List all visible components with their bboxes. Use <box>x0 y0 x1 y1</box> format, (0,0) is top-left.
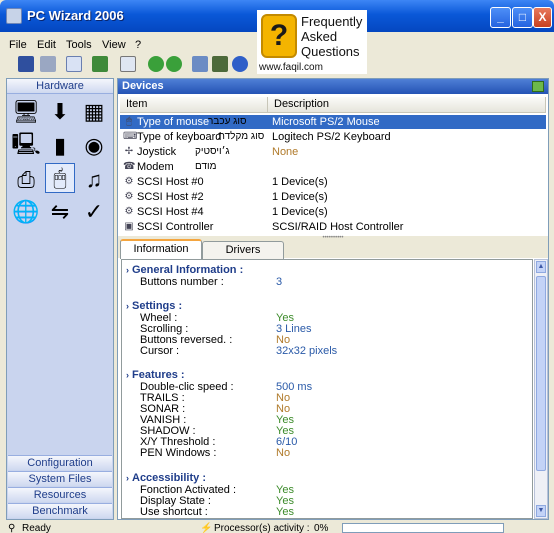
device-row[interactable]: ▣ SCSI Controller SCSI/RAID Host Control… <box>120 220 546 234</box>
scroll-down-icon[interactable]: ▼ <box>536 505 546 517</box>
faq-line-1: Frequently <box>301 14 363 29</box>
save-icon[interactable] <box>18 56 34 72</box>
drives-icon[interactable]: ▮ <box>45 131 75 161</box>
minimize-button[interactable]: _ <box>490 7 511 28</box>
refresh-icon[interactable] <box>92 56 108 72</box>
devices-title: Devices <box>122 80 164 92</box>
scsi-icon: ⚙ <box>124 176 134 187</box>
hebrew-label: מודם <box>195 161 217 172</box>
column-description[interactable]: Description <box>268 97 546 113</box>
back-icon[interactable] <box>148 56 164 72</box>
help-icon[interactable] <box>232 56 248 72</box>
devices-header: Devices <box>118 79 548 94</box>
section-features: › Features : <box>126 369 185 381</box>
benchmark-button[interactable]: Benchmark <box>8 503 112 518</box>
device-row[interactable]: ☎ Modem מודם <box>120 160 546 174</box>
activity-value: 0% <box>314 523 329 533</box>
joystick-icon: ✢ <box>124 146 134 157</box>
hebrew-label: סוג מקלדת <box>218 131 265 142</box>
scroll-up-icon[interactable]: ▲ <box>536 261 546 273</box>
property-label: PEN Windows : <box>140 447 217 459</box>
devices-panel: Devices 1010 0101 1010 01010010 01010 10… <box>117 78 549 520</box>
status-ready: Ready <box>22 523 51 533</box>
copy-icon[interactable] <box>66 56 82 72</box>
property-value: 32x32 pixels <box>276 345 338 357</box>
device-row[interactable]: ⚙ SCSI Host #2 1 Device(s) <box>120 190 546 204</box>
device-row[interactable]: ⌨ Type of keyboard סוג מקלדת Logitech PS… <box>120 130 546 144</box>
toolbar <box>0 54 554 76</box>
property-value: 3 <box>276 276 283 288</box>
status-ready-icon: ⚲ <box>8 523 16 533</box>
system-files-button[interactable]: System Files <box>8 471 112 486</box>
property-label: Cursor : <box>140 345 180 357</box>
property-label: Use shortcut : <box>140 506 208 518</box>
vertical-scrollbar[interactable]: ▲ ▼ <box>534 259 548 519</box>
chipset-icon[interactable]: ▦ <box>79 97 109 127</box>
section-general-information: › General Information : <box>126 264 244 276</box>
menu-bar: File Edit Tools View ? <box>0 36 554 54</box>
mainboard-icon[interactable]: 🖥 <box>11 97 41 127</box>
sound-icon[interactable]: ♫ <box>79 165 109 195</box>
column-item[interactable]: Item <box>120 97 268 113</box>
tweak-icon[interactable]: ✓ <box>79 197 109 227</box>
hardware-status-icon <box>532 81 544 92</box>
mouse-icon: 🖱 <box>126 116 132 127</box>
property-label: Buttons number : <box>140 276 224 288</box>
devices-icon[interactable]: 🖱 <box>45 163 75 193</box>
forward-icon[interactable] <box>166 56 182 72</box>
devices-list: Item Description 🖱 Type of mouse סוג עכב… <box>118 95 548 235</box>
disk-icon[interactable]: ◉ <box>79 131 109 161</box>
section-settings: › Settings : <box>126 300 183 312</box>
menu-view[interactable]: View <box>102 39 126 51</box>
menu-help[interactable]: ? <box>135 39 141 51</box>
controller-icon: ▣ <box>124 221 134 232</box>
status-bar: ⚲ Ready ⚡ Processor(s) activity : 0% <box>0 522 554 533</box>
property-value: No <box>276 447 291 459</box>
activity-icon: ⚡ <box>200 523 213 533</box>
app-icon <box>6 8 22 24</box>
search-icon[interactable] <box>120 56 136 72</box>
printer-icon[interactable]: ⎙ <box>11 165 41 195</box>
menu-file[interactable]: File <box>9 39 27 51</box>
hardware-header[interactable]: Hardware <box>7 79 113 94</box>
tab-drivers[interactable]: Drivers <box>202 241 284 259</box>
device-row[interactable]: ✢ Joystick ג׳ויסטיק None <box>120 145 546 159</box>
processor-icon[interactable]: ⬇ <box>45 97 75 127</box>
activity-label: Processor(s) activity : <box>214 523 310 533</box>
activity-bar <box>342 523 504 533</box>
close-button[interactable]: X <box>533 7 552 28</box>
scsi-icon: ⚙ <box>124 191 134 202</box>
resources-button[interactable]: Resources <box>8 487 112 502</box>
device-row[interactable]: ⚙ SCSI Host #4 1 Device(s) <box>120 205 546 219</box>
report-icon[interactable] <box>192 56 208 72</box>
configuration-button[interactable]: Configuration <box>8 455 112 470</box>
device-row[interactable]: 🖱 Type of mouse סוג עכבר Microsoft PS/2 … <box>120 115 546 129</box>
maximize-button[interactable]: □ <box>512 7 533 28</box>
hardware-icon[interactable] <box>212 56 228 72</box>
hebrew-label: סוג עכבר <box>208 116 247 127</box>
ports-icon[interactable]: ⇋ <box>45 197 75 227</box>
modem-icon: ☎ <box>123 161 136 172</box>
print-icon[interactable] <box>40 56 56 72</box>
scroll-thumb[interactable] <box>536 276 546 471</box>
hardware-panel: Hardware 🖥 ⬇ ▦ 🖳 ▮ ◉ ⎙ 🖱 ♫ 🌐 ⇋ ✓ Configu… <box>6 78 114 520</box>
property-value: Yes <box>276 506 294 518</box>
hebrew-label: ג׳ויסטיק <box>195 146 230 157</box>
scsi-icon: ⚙ <box>124 206 134 217</box>
network-icon[interactable]: 🌐 <box>11 197 41 227</box>
menu-edit[interactable]: Edit <box>37 39 56 51</box>
information-pane: › General Information : Buttons number : … <box>121 259 533 519</box>
menu-tools[interactable]: Tools <box>66 39 92 51</box>
window-title: PC Wizard 2006 <box>27 8 124 23</box>
detail-tabs: Information Drivers <box>118 239 548 259</box>
video-icon[interactable]: 🖳 <box>11 131 41 161</box>
tab-information[interactable]: Information <box>120 239 202 259</box>
device-row[interactable]: ⚙ SCSI Host #0 1 Device(s) <box>120 175 546 189</box>
section-accessibility: › Accessibility : <box>126 472 206 484</box>
keyboard-icon: ⌨ <box>123 131 138 142</box>
